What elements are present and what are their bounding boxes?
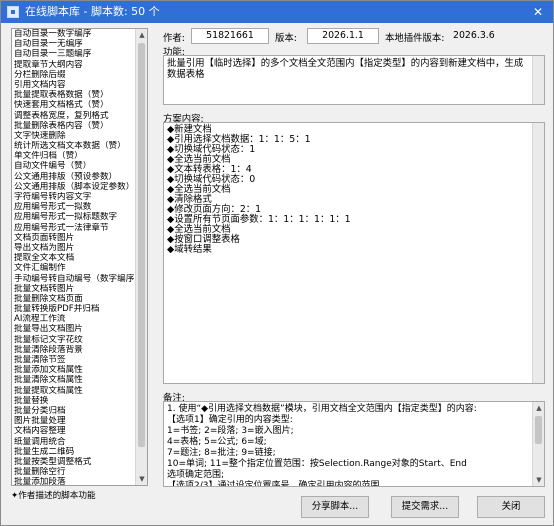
remarks-textarea[interactable]: 1. 使用“◆引用选择文档数据”模块，引用文档全文范围内【指定类型】的内容: 【… (163, 401, 545, 487)
script-list-item[interactable]: 文字快速删除 (12, 131, 147, 141)
script-list-item[interactable]: 批量清除节签 (12, 355, 147, 365)
script-list-item[interactable]: 纸量调用统合 (12, 437, 147, 447)
script-list-item[interactable]: 提取章节大纲内容 (12, 60, 147, 70)
plan-textarea[interactable]: ◆新建文档 ◆引用选择文档数据：1：1：5：1 ◆切换域代码状态：1 ◆全选当前文档 ◆… (163, 122, 545, 384)
remarks-line: 选项确定范围; (167, 470, 225, 480)
remarks-line: 【选项2/3】通过设定位置序号，确定引用内容的范围 (167, 481, 380, 487)
plan-step: ◆全选当前文档 (167, 184, 231, 195)
script-list-item[interactable]: 批量文档转图片 (12, 284, 147, 294)
title-bar[interactable]: 在线脚本库 - 脚本数: 50 个 ✕ (1, 1, 553, 23)
script-list-item[interactable]: 公文通用排版（预设参数） (12, 172, 147, 182)
submit-request-button[interactable]: 提交需求... (391, 496, 459, 518)
script-list-item[interactable]: 批量生成二维码 (12, 447, 147, 457)
script-list-item[interactable]: 提取全文本文档 (12, 253, 147, 263)
script-list-item[interactable]: 批量清除段落背景 (12, 345, 147, 355)
version-field[interactable]: 2026.1.1 (307, 28, 379, 44)
plugin-version-value: 2026.3.6 (453, 30, 495, 41)
script-list-item[interactable]: 应用编号形式一法律章节 (12, 223, 147, 233)
remarks-scrollbar[interactable]: ▲ ▼ (532, 402, 544, 486)
remarks-line: 【选项1】确定引用的内容类型: (167, 415, 293, 425)
script-list-item[interactable]: 批量导出文档图片 (12, 324, 147, 334)
script-list-item[interactable]: 统计所选文档文本数据（赞） (12, 141, 147, 151)
script-list-item[interactable]: 分栏删除后缀 (12, 70, 147, 80)
remarks-line: 1. 使用“◆引用选择文档数据”模块，引用文档全文范围内【指定类型】的内容: (167, 404, 477, 414)
scrollbar-thumb[interactable] (138, 43, 145, 447)
script-list-item[interactable]: 导出文档为图片 (12, 243, 147, 253)
script-list-item[interactable]: 批量分类归档 (12, 406, 147, 416)
function-scrollbar[interactable] (532, 56, 544, 104)
remarks-line: 10=单词; 11=整个指定位置范围：按Selection.Range对象的St… (167, 459, 467, 469)
script-list-item[interactable]: 自动目录一无编序 (12, 39, 147, 49)
plan-lines: ◆新建文档 ◆引用选择文档数据：1：1：5：1 ◆切换域代码状态：1 ◆全选当前文档 ◆… (167, 125, 530, 255)
script-list-item[interactable]: 快速套用文档格式（赞） (12, 100, 147, 110)
script-list-item[interactable]: 应用编号形式一拟数 (12, 202, 147, 212)
script-list-item[interactable]: 批量替换 (12, 396, 147, 406)
close-button[interactable]: 关闭 (477, 496, 545, 518)
share-script-button[interactable]: 分享脚本... (301, 496, 369, 518)
remarks-lines: 1. 使用“◆引用选择文档数据”模块，引用文档全文范围内【指定类型】的内容: 【… (167, 404, 530, 487)
script-list-item[interactable]: AI流程工作流 (12, 314, 147, 324)
script-list-item[interactable]: 手动编号转自动编号（数字编序） (12, 274, 147, 284)
function-text: 批量引用【临时选择】的多个文档全文范围内【指定类型】的内容到新建文档中，生成数据… (167, 58, 524, 80)
plan-scrollbar[interactable] (532, 123, 544, 383)
remarks-line: 4=表格; 5=公式; 6=域; (167, 437, 267, 447)
script-list-item[interactable]: 图片批量处理 (12, 416, 147, 426)
script-list-item[interactable]: 批量添加文档属性 (12, 365, 147, 375)
script-list-item[interactable]: 批量转换版PDF并归档 (12, 304, 147, 314)
script-list[interactable]: 自动目录一数字编序 自动目录一无编序 自动目录一三题编序 提取章节大纲内容 分栏删除后缀… (11, 28, 148, 486)
plan-step: ◆域转结果 (167, 244, 212, 255)
script-list-items: 自动目录一数字编序 自动目录一无编序 自动目录一三题编序 提取章节大纲内容 分栏删除后缀… (12, 29, 147, 485)
scroll-down-icon[interactable]: ▼ (136, 473, 147, 485)
script-library-window: 在线脚本库 - 脚本数: 50 个 ✕ 自动目录一数字编序 自动目录一无编序 自动目… (0, 0, 554, 526)
script-list-item[interactable]: 引用文档内容 (12, 80, 147, 90)
close-icon[interactable]: ✕ (529, 3, 547, 21)
script-list-item[interactable]: 自动目录一数字编序 (12, 29, 147, 39)
script-list-item[interactable]: 批量删除文档页面 (12, 294, 147, 304)
script-list-item[interactable]: 公文通用排版（脚本设定参数） (12, 182, 147, 192)
app-icon (7, 6, 19, 18)
author-field[interactable]: 51821661 (191, 28, 269, 44)
script-list-item[interactable]: 批量清除文档属性 (12, 375, 147, 385)
script-function-note: ✦作者描述的脚本功能 (11, 491, 96, 501)
plugin-version-label: 本地插件版本: (385, 33, 445, 44)
function-textarea[interactable]: 批量引用【临时选择】的多个文档全文范围内【指定类型】的内容到新建文档中，生成数据… (163, 55, 545, 105)
remarks-line: 7=题注; 8=批注; 9=链接; (167, 448, 276, 458)
script-list-item[interactable]: 批量删除空行 (12, 467, 147, 477)
scroll-up-icon[interactable]: ▲ (136, 29, 147, 41)
scroll-down-icon[interactable]: ▼ (533, 474, 544, 486)
plan-step: ◆按窗口调整表格 (167, 234, 240, 245)
script-list-item[interactable]: 文件汇编制作 (12, 263, 147, 273)
script-list-item[interactable]: 调整表格宽度，复列格式 (12, 111, 147, 121)
script-list-item[interactable]: 自动文件编号（赞） (12, 161, 147, 171)
version-label: 版本: (275, 33, 297, 44)
script-list-item[interactable]: 批量标记文字花纹 (12, 335, 147, 345)
script-list-item[interactable]: 批量按类型调整格式 (12, 457, 147, 467)
script-list-item[interactable]: 批量提取文档属性 (12, 386, 147, 396)
script-list-item[interactable]: 字符编号转内容文字 (12, 192, 147, 202)
scrollbar-thumb[interactable] (535, 416, 542, 444)
script-list-item[interactable]: 文档内容整理 (12, 426, 147, 436)
author-label: 作者: (163, 33, 185, 44)
script-list-item[interactable]: 批量添加段落 (12, 477, 147, 485)
script-list-item[interactable]: 单文件归档（赞） (12, 151, 147, 161)
script-list-item[interactable]: 批量删除表格内容（赞） (12, 121, 147, 131)
window-title: 在线脚本库 - 脚本数: 50 个 (25, 5, 160, 18)
script-list-item[interactable]: 文档页面转图片 (12, 233, 147, 243)
script-list-item[interactable]: 应用编号形式一拟标题数字 (12, 212, 147, 222)
script-list-item[interactable]: 自动目录一三题编序 (12, 49, 147, 59)
script-list-scrollbar[interactable]: ▲ ▼ (135, 29, 147, 485)
script-list-item[interactable]: 批量提取表格数据（赞） (12, 90, 147, 100)
scroll-up-icon[interactable]: ▲ (533, 402, 544, 414)
remarks-line: 1=书签; 2=段落; 3=嵌入图片; (167, 426, 294, 436)
